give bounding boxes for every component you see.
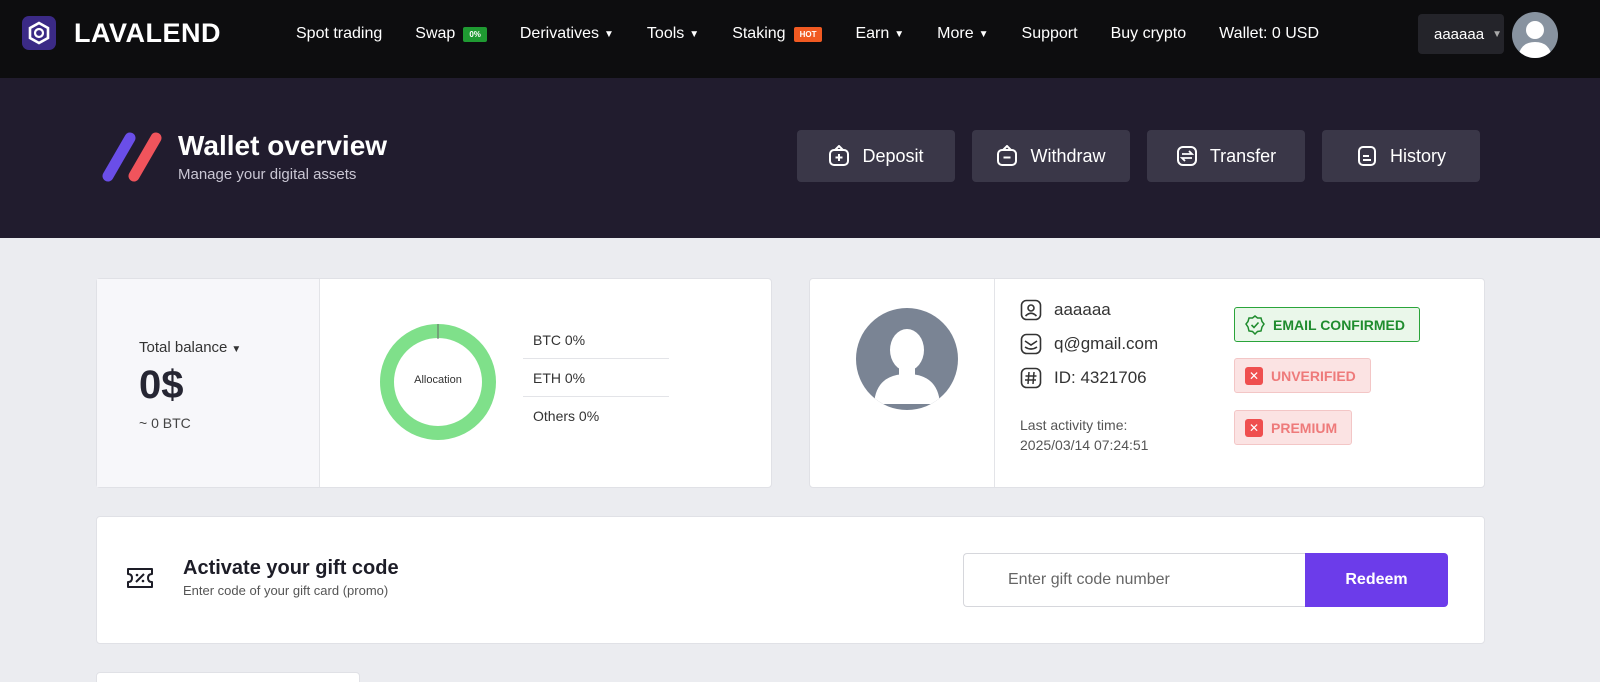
status-badge-email-confirmed: EMAIL CONFIRMED — [1234, 307, 1420, 342]
page-subtitle: Manage your digital assets — [178, 166, 357, 183]
caret-down-icon: ▼ — [689, 28, 700, 40]
nav-menu: Spot trading Swap 0% Derivatives ▼ Tools ▼ … — [296, 0, 1352, 68]
profile-username-row: aaaaaa — [1020, 299, 1111, 321]
donut-center-label: Allocation — [414, 374, 462, 386]
nav-tools[interactable]: Tools ▼ — [647, 25, 699, 43]
caret-down-icon: ▼ — [978, 28, 989, 40]
status-badge-unverified: ✕ UNVERIFIED — [1234, 358, 1371, 393]
avatar[interactable] — [1512, 12, 1558, 58]
hot-badge: HOT — [793, 26, 823, 42]
caret-down-icon: ▼ — [894, 28, 905, 40]
document-icon — [1357, 146, 1376, 166]
status-label: EMAIL CONFIRMED — [1273, 316, 1405, 333]
user-icon — [1020, 299, 1042, 321]
nav-more[interactable]: More ▼ — [937, 25, 988, 43]
history-button[interactable]: History — [1322, 130, 1480, 182]
nav-staking[interactable]: Staking HOT — [732, 25, 823, 43]
status-badge-premium: ✕ PREMIUM — [1234, 410, 1353, 445]
nav-label: Support — [1021, 25, 1078, 42]
gift-code-input[interactable] — [963, 553, 1305, 607]
total-balance-value: 0$ — [139, 363, 184, 407]
profile-id: ID: 4321706 — [1054, 368, 1147, 387]
nav-username: aaaaaa — [1434, 25, 1485, 43]
withdraw-label: Withdraw — [1030, 145, 1106, 166]
wallet-plus-icon — [829, 145, 850, 166]
slashes-icon — [100, 130, 168, 182]
status-label: PREMIUM — [1271, 419, 1338, 436]
profile-avatar-panel — [810, 279, 995, 487]
withdraw-button[interactable]: Withdraw — [972, 130, 1130, 182]
deposit-button[interactable]: Deposit — [797, 130, 955, 182]
nav-label: Wallet: 0 USD — [1219, 25, 1320, 42]
nav-label: Spot trading — [296, 25, 383, 42]
top-navigation: LAVALEND Spot trading Swap 0% Derivatives… — [0, 0, 1600, 78]
nav-label: Staking — [732, 25, 786, 42]
caret-down-icon: ▼ — [604, 28, 614, 40]
nav-label: Earn — [855, 25, 890, 42]
caret-down-icon: ▼ — [1492, 28, 1502, 40]
nav-label: Buy crypto — [1110, 25, 1187, 42]
bottom-card — [96, 672, 360, 682]
hexagon-logo-icon — [22, 16, 56, 50]
avatar — [856, 308, 958, 410]
list-item: ETH 0% — [523, 359, 669, 397]
nav-spot-trading[interactable]: Spot trading — [296, 25, 382, 43]
total-balance-label: Total balance — [139, 339, 228, 356]
caret-down-icon: ▼ — [231, 344, 242, 355]
nav-label: Derivatives — [519, 25, 600, 42]
transfer-label: Transfer — [1209, 145, 1277, 166]
mail-icon — [1020, 333, 1042, 355]
gift-code-card: Activate your gift code Enter code of yo… — [96, 516, 1485, 644]
history-label: History — [1389, 145, 1446, 166]
deposit-label: Deposit — [862, 145, 924, 166]
page-title: Wallet overview — [178, 130, 388, 161]
gift-code-title: Activate your gift code — [183, 557, 399, 579]
transfer-button[interactable]: Transfer — [1147, 130, 1305, 182]
balance-summary: Total balance ▼ 0$ ~ 0 BTC — [97, 279, 320, 487]
nav-wallet-balance[interactable]: Wallet: 0 USD — [1219, 25, 1319, 43]
status-label: UNVERIFIED — [1271, 367, 1356, 384]
balance-card: Total balance ▼ 0$ ~ 0 BTC Allocation BTC… — [96, 278, 772, 488]
profile-id-row: ID: 4321706 — [1020, 367, 1147, 389]
nav-swap[interactable]: Swap 0% — [415, 25, 487, 43]
brand-logo[interactable]: LAVALEND — [22, 16, 221, 50]
gift-code-subtitle: Enter code of your gift card (promo) — [183, 583, 389, 598]
last-activity: Last activity time: 2025/03/14 07:24:51 — [1020, 415, 1148, 455]
ticket-icon — [125, 565, 155, 596]
close-icon: ✕ — [1245, 418, 1263, 437]
swap-badge: 0% — [463, 26, 487, 42]
nav-label: Tools — [646, 25, 685, 42]
total-balance-btc: ~ 0 BTC — [139, 415, 191, 431]
wallet-minus-icon — [997, 145, 1018, 166]
nav-derivatives[interactable]: Derivatives ▼ — [520, 25, 614, 43]
hash-icon — [1020, 367, 1042, 389]
verified-check-icon — [1245, 314, 1265, 335]
nav-label: More — [937, 25, 974, 42]
profile-email-row: q@gmail.com — [1020, 333, 1158, 355]
nav-buy-crypto[interactable]: Buy crypto — [1111, 25, 1187, 43]
user-menu-button[interactable]: aaaaaa ▼ — [1418, 14, 1504, 54]
nav-label: Swap — [415, 25, 456, 42]
redeem-button[interactable]: Redeem — [1305, 553, 1448, 607]
profile-email: q@gmail.com — [1054, 334, 1159, 353]
transfer-icon — [1176, 146, 1197, 166]
wallet-hero: Wallet overview Manage your digital asse… — [0, 78, 1600, 238]
profile-card: aaaaaa q@gmail.com ID: 4321706 Last acti… — [809, 278, 1485, 488]
last-activity-time: 2025/03/14 07:24:51 — [1020, 437, 1149, 453]
nav-support[interactable]: Support — [1022, 25, 1078, 43]
allocation-list: BTC 0% ETH 0% Others 0% — [523, 321, 669, 435]
last-activity-label: Last activity time: — [1020, 417, 1128, 433]
brand-name: LAVALEND — [74, 17, 221, 48]
close-icon: ✕ — [1245, 366, 1263, 385]
profile-username: aaaaaa — [1054, 300, 1111, 319]
nav-earn[interactable]: Earn ▼ — [855, 25, 904, 43]
list-item: Others 0% — [533, 408, 600, 424]
list-item: BTC 0% — [523, 321, 669, 359]
total-balance-toggle[interactable]: Total balance ▼ — [139, 339, 241, 356]
